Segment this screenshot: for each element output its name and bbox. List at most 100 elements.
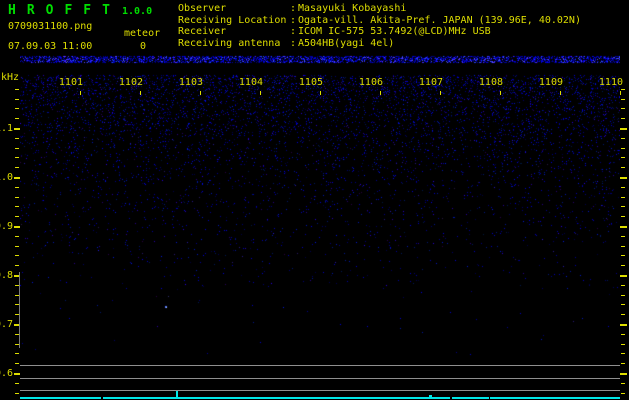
y-tick-mark-right [620, 177, 627, 179]
y-tick-mark-right [621, 206, 625, 207]
y-tick-mark-right [621, 167, 625, 168]
x-tick-mark [440, 91, 441, 95]
y-tick-mark-right [621, 108, 625, 109]
y-tick-mark-right [621, 295, 625, 296]
y-tick-mark-left [15, 363, 19, 364]
x-tick-label: 1105 [298, 77, 323, 88]
station-value: ICOM IC-575 53.7492(@LCD)MHz USB [298, 26, 491, 38]
station-value: Ogata-vill. Akita-Pref. JAPAN (139.96E, … [298, 14, 581, 26]
y-tick-mark-left [15, 197, 19, 198]
station-label: Receiver [178, 26, 227, 38]
observation-datetime: 07.09.03 11:00 [8, 41, 93, 52]
trace-gap [489, 397, 490, 399]
y-tick-mark-right [621, 383, 625, 384]
echo-count: 0 [140, 41, 147, 52]
y-tick-mark-left [15, 108, 19, 109]
x-tick-mark [80, 91, 81, 95]
y-tick-mark-right [621, 138, 625, 139]
axis-left-segment [19, 272, 20, 348]
y-tick-mark-left [15, 138, 19, 139]
y-tick-mark-right [621, 148, 625, 149]
y-tick-mark-left [15, 255, 19, 256]
y-tick-mark-right [621, 236, 625, 237]
y-tick-label: 1.0 [0, 172, 13, 183]
y-tick-mark-right [621, 285, 625, 286]
reference-line-upper [20, 365, 620, 366]
station-info: Observer: Masayuki Kobayashi Receiving Lo… [178, 3, 581, 50]
spectrogram-canvas [20, 52, 620, 362]
y-tick-mark-right [620, 226, 627, 228]
trace-gap [101, 397, 103, 399]
station-value: A504HB(yagi 4el) [298, 38, 395, 50]
signal-spike [176, 391, 178, 399]
y-tick-mark-right [621, 334, 625, 335]
station-row-observer: Observer: Masayuki Kobayashi [178, 3, 581, 15]
y-tick-mark-right [621, 304, 625, 305]
y-tick-mark-left [14, 373, 20, 375]
x-tick-mark [500, 91, 501, 95]
y-tick-mark-right [621, 99, 625, 100]
station-colon: : [290, 26, 297, 38]
reference-line-lower [20, 390, 620, 391]
y-tick-mark-left [15, 118, 19, 119]
station-colon: : [290, 38, 297, 50]
x-tick-mark [320, 91, 321, 95]
station-value: Masayuki Kobayashi [298, 3, 407, 14]
y-tick-mark-left [15, 265, 19, 266]
station-row-location: Receiving Location: Ogata-vill. Akita-Pre… [178, 15, 581, 27]
y-tick-mark-right [621, 363, 625, 364]
x-tick-mark [560, 91, 561, 95]
x-tick-mark [140, 91, 141, 95]
x-tick-label: 1101 [58, 77, 83, 88]
app-version: 1.0.0 [122, 6, 153, 17]
y-tick-mark-left [15, 187, 19, 188]
output-filename: 0709031100.png [8, 21, 93, 32]
y-tick-mark-right [621, 157, 625, 158]
y-tick-mark-left [14, 177, 20, 179]
y-tick-mark-right [621, 89, 625, 90]
x-tick-label: 1106 [358, 77, 383, 88]
y-tick-mark-left [15, 393, 19, 394]
y-tick-mark-right [621, 353, 625, 354]
app-title: HROFFT [8, 3, 121, 18]
x-tick-mark [620, 91, 621, 95]
x-tick-mark [380, 91, 381, 95]
station-label: Observer [178, 3, 227, 14]
station-label: Receiving Location [178, 14, 287, 26]
y-tick-mark-right [621, 216, 625, 217]
y-tick-mark-right [621, 393, 625, 394]
signal-bump [429, 395, 432, 398]
y-tick-mark-right [620, 128, 627, 130]
y-tick-mark-left [15, 353, 19, 354]
reference-line-middle [20, 378, 620, 379]
x-tick-mark [200, 91, 201, 95]
signal-level-trace [20, 397, 620, 399]
x-tick-mark [260, 91, 261, 95]
y-tick-mark-right [621, 118, 625, 119]
y-tick-mark-right [621, 197, 625, 198]
y-tick-mark-right [621, 246, 625, 247]
y-axis-unit-label: kHz [1, 72, 20, 83]
x-tick-label: 1107 [418, 77, 443, 88]
y-tick-mark-left [14, 128, 20, 130]
y-tick-label: 0.6 [0, 368, 13, 379]
y-tick-label: 0.9 [0, 221, 13, 232]
y-tick-mark-left [15, 148, 19, 149]
y-tick-mark-left [14, 226, 20, 228]
x-tick-label: 1102 [118, 77, 143, 88]
y-tick-mark-right [620, 373, 627, 375]
trace-gap [450, 397, 452, 399]
station-colon: : [290, 14, 297, 26]
x-tick-label: 1103 [178, 77, 203, 88]
y-tick-label: 1.1 [0, 123, 13, 134]
hrofft-screen: HROFFT 1.0.0 0709031100.png meteor 07.09… [0, 0, 629, 400]
station-label: Receiving antenna [178, 38, 281, 50]
y-tick-mark-right [621, 187, 625, 188]
y-tick-mark-left [15, 89, 19, 90]
y-tick-mark-left [15, 216, 19, 217]
y-tick-mark-left [15, 383, 19, 384]
y-tick-mark-right [621, 255, 625, 256]
y-tick-label: 0.7 [0, 319, 13, 330]
x-tick-label: 1110 [598, 77, 623, 88]
station-colon: : [290, 3, 297, 14]
